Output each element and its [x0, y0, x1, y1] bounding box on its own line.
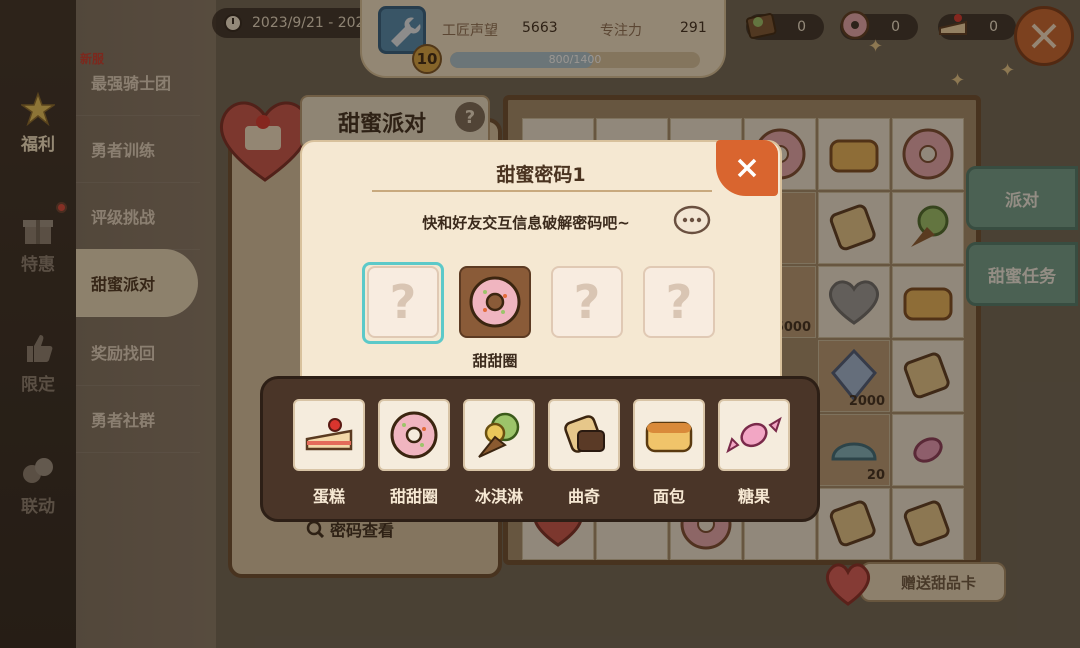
question-mark-icon: ?	[389, 275, 417, 329]
donut-icon	[390, 411, 438, 459]
cookie-icon	[564, 415, 605, 453]
sweet-code-dialog: 甜蜜密码1 快和好友交互信息破解密码吧~ ? ? ? 甜甜圈	[300, 140, 782, 402]
dialog-divider	[372, 190, 712, 192]
pick-cookie[interactable]: 曲奇	[548, 399, 620, 509]
pick-candy[interactable]: 糖果	[718, 399, 790, 509]
code-slot-1[interactable]: ?	[367, 266, 439, 338]
cake-icon	[305, 418, 353, 451]
ice-cream-icon	[478, 412, 520, 458]
pick-label: 冰淇淋	[474, 487, 523, 506]
donut-icon	[469, 276, 521, 328]
pick-ice-cream[interactable]: 冰淇淋	[463, 399, 535, 509]
close-icon	[737, 158, 757, 178]
bread-icon	[645, 421, 693, 453]
pick-label: 曲奇	[567, 487, 600, 506]
pick-donut[interactable]: 甜甜圈	[378, 399, 450, 509]
sweet-picker: 蛋糕 甜甜圈 冰淇淋 曲奇 面包 糖果	[260, 376, 820, 522]
code-slot-2[interactable]	[459, 266, 531, 338]
code-slot-4[interactable]: ?	[643, 266, 715, 338]
pick-label: 面包	[652, 487, 685, 506]
question-mark-icon: ?	[665, 275, 693, 329]
slot-2-label: 甜甜圈	[472, 352, 518, 370]
chat-bubble-icon[interactable]	[672, 204, 712, 238]
dialog-title: 甜蜜密码1	[496, 164, 586, 186]
pick-label: 甜甜圈	[389, 487, 438, 506]
pick-label: 糖果	[737, 487, 770, 506]
candy-icon	[726, 416, 782, 454]
pick-bread[interactable]: 面包	[633, 399, 705, 509]
pick-label: 蛋糕	[312, 487, 345, 506]
pick-cake[interactable]: 蛋糕	[293, 399, 365, 509]
code-slot-3[interactable]: ?	[551, 266, 623, 338]
close-dialog-button[interactable]	[716, 140, 778, 196]
question-mark-icon: ?	[573, 275, 601, 329]
